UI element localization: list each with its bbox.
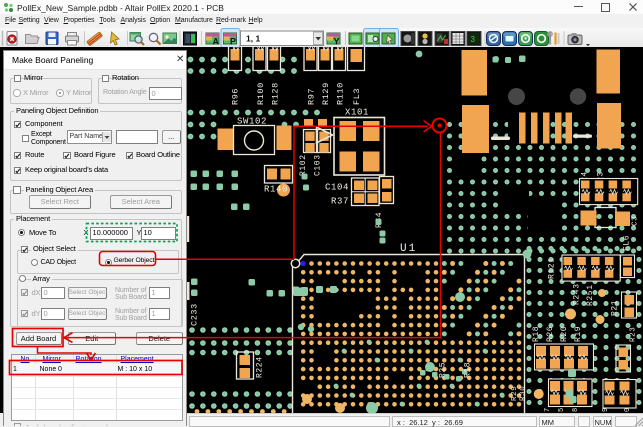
svg-text:R21: R21 — [611, 300, 620, 316]
svg-text:R18: R18 — [464, 362, 473, 378]
svg-text:R18: R18 — [532, 326, 541, 342]
svg-text:R97: R97 — [307, 88, 317, 105]
svg-text:FL3: FL3 — [352, 88, 362, 105]
svg-text:R100: R100 — [256, 82, 266, 105]
svg-text:9: 9 — [602, 407, 610, 412]
svg-text:R37: R37 — [331, 197, 349, 207]
svg-text:R128: R128 — [271, 82, 281, 105]
svg-text:R19: R19 — [574, 326, 583, 342]
svg-text:C233: C233 — [190, 303, 200, 326]
svg-text:C3: C3 — [632, 216, 640, 226]
svg-text:R29: R29 — [511, 386, 519, 401]
svg-text:R224: R224 — [256, 356, 265, 378]
svg-text:R23: R23 — [630, 327, 638, 342]
svg-text:R30: R30 — [520, 386, 528, 401]
svg-text:1, 1: 1, 1 — [246, 34, 260, 44]
svg-text:R96: R96 — [231, 88, 241, 105]
svg-text:R110: R110 — [336, 82, 346, 105]
svg-text:U1: U1 — [400, 243, 417, 255]
svg-text:Y: Y — [334, 37, 340, 47]
svg-text:R140: R140 — [264, 185, 288, 195]
svg-text:R20: R20 — [560, 326, 569, 342]
svg-text:R102: R102 — [299, 154, 308, 176]
svg-text:3: 3 — [471, 35, 476, 44]
svg-text:C104: C104 — [325, 183, 349, 193]
svg-text:R243: R243 — [573, 283, 582, 305]
svg-text:R26: R26 — [546, 326, 555, 342]
svg-text:P: P — [230, 37, 236, 47]
svg-text:R121: R121 — [548, 257, 557, 279]
svg-text:FL6: FL6 — [623, 235, 632, 251]
svg-text:0: 0 — [624, 407, 632, 412]
svg-text:5: 5 — [558, 407, 566, 412]
svg-text:X101: X101 — [345, 108, 369, 118]
svg-text:R129: R129 — [321, 82, 331, 105]
svg-text:A: A — [213, 37, 220, 47]
svg-text:7: 7 — [544, 407, 552, 412]
svg-text:R25: R25 — [439, 362, 448, 378]
svg-text:8: 8 — [572, 407, 580, 412]
svg-text:R251: R251 — [586, 284, 595, 306]
svg-text:C103: C103 — [314, 154, 323, 176]
